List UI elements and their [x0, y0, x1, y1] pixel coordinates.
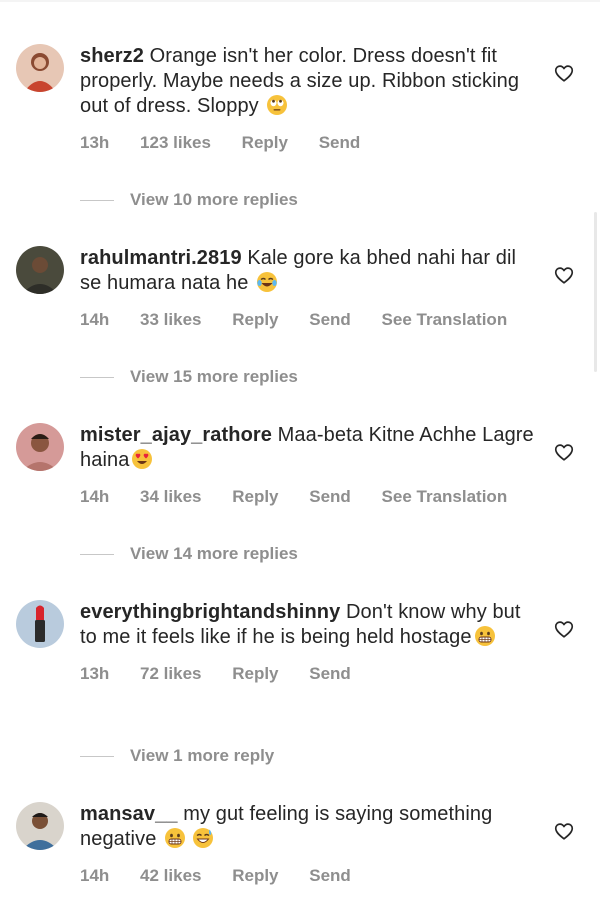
view-more-replies-button[interactable]: View 1 more reply: [80, 745, 274, 767]
comment-meta: 14h 42 likes Reply Send: [80, 866, 540, 886]
likes-count[interactable]: 34 likes: [140, 487, 201, 507]
comment-username[interactable]: rahulmantri.2819: [80, 247, 242, 269]
send-button[interactable]: Send: [309, 487, 351, 507]
comment-meta: 13h 72 likes Reply Send: [80, 664, 540, 684]
scrollbar[interactable]: [594, 0, 598, 900]
comment-time: 13h: [80, 664, 110, 683]
avatar[interactable]: [16, 246, 64, 294]
likes-count[interactable]: 33 likes: [140, 310, 201, 330]
comment-meta: 14h 33 likes Reply Send See Translation: [80, 310, 540, 330]
comment-text: sherz2 Orange isn't her color. Dress doe…: [80, 44, 540, 119]
grimacing-emoji-icon: [164, 827, 186, 849]
send-button[interactable]: Send: [309, 310, 351, 330]
send-button[interactable]: Send: [319, 133, 361, 153]
replies-divider-line: [80, 553, 114, 555]
rolling-eyes-emoji-icon: [266, 94, 288, 116]
heart-icon[interactable]: [553, 264, 575, 286]
comment-text: everythingbrightandshinny Don't know why…: [80, 600, 540, 650]
top-divider: [0, 0, 600, 2]
send-button[interactable]: Send: [309, 664, 351, 684]
likes-count[interactable]: 42 likes: [140, 866, 201, 886]
comment-text: mansav__ my gut feeling is saying someth…: [80, 802, 540, 852]
replies-divider-line: [80, 376, 114, 378]
avatar[interactable]: [16, 600, 64, 648]
heart-icon[interactable]: [553, 62, 575, 84]
scrollbar-thumb[interactable]: [594, 212, 597, 372]
see-translation-button[interactable]: See Translation: [382, 310, 508, 330]
comment-text: rahulmantri.2819 Kale gore ka bhed nahi …: [80, 246, 540, 296]
comment-meta: 14h 34 likes Reply Send See Translation: [80, 487, 540, 507]
grimacing-emoji-icon: [474, 625, 496, 647]
comment-time: 14h: [80, 310, 110, 329]
comment-username[interactable]: mansav__: [80, 803, 178, 825]
comment-username[interactable]: mister_ajay_rathore: [80, 424, 272, 446]
view-replies-label: View 10 more replies: [130, 190, 298, 209]
comment-body: Orange isn't her color. Dress doesn't fi…: [80, 45, 520, 117]
heart-icon[interactable]: [553, 820, 575, 842]
reply-button[interactable]: Reply: [232, 310, 278, 330]
comment-username[interactable]: sherz2: [80, 45, 144, 67]
reply-button[interactable]: Reply: [232, 664, 278, 684]
see-translation-button[interactable]: See Translation: [382, 487, 508, 507]
reply-button[interactable]: Reply: [232, 487, 278, 507]
view-more-replies-button[interactable]: View 14 more replies: [80, 543, 298, 565]
view-more-replies-button[interactable]: View 15 more replies: [80, 366, 298, 388]
view-more-replies-button[interactable]: View 10 more replies: [80, 189, 298, 211]
grinning-sweat-emoji-icon: [192, 827, 214, 849]
comment-meta: 13h 123 likes Reply Send: [80, 133, 540, 153]
reply-button[interactable]: Reply: [242, 133, 288, 153]
comment-text: mister_ajay_rathore Maa-beta Kitne Achhe…: [80, 423, 540, 473]
comment-time: 14h: [80, 487, 110, 506]
avatar[interactable]: [16, 802, 64, 850]
comment-username[interactable]: everythingbrightandshinny: [80, 601, 340, 623]
reply-button[interactable]: Reply: [232, 866, 278, 886]
avatar[interactable]: [16, 44, 64, 92]
replies-divider-line: [80, 199, 114, 201]
likes-count[interactable]: 72 likes: [140, 664, 201, 684]
comments-screen: sherz2 Orange isn't her color. Dress doe…: [0, 0, 600, 900]
heart-icon[interactable]: [553, 618, 575, 640]
heart-eyes-emoji-icon: [131, 448, 153, 470]
send-button[interactable]: Send: [309, 866, 351, 886]
comment-time: 13h: [80, 133, 110, 152]
likes-count[interactable]: 123 likes: [140, 133, 211, 153]
view-replies-label: View 14 more replies: [130, 544, 298, 563]
avatar[interactable]: [16, 423, 64, 471]
comment-time: 14h: [80, 866, 110, 885]
tears-of-joy-emoji-icon: [256, 271, 278, 293]
view-replies-label: View 1 more reply: [130, 746, 275, 765]
replies-divider-line: [80, 755, 114, 757]
view-replies-label: View 15 more replies: [130, 367, 298, 386]
heart-icon[interactable]: [553, 441, 575, 463]
